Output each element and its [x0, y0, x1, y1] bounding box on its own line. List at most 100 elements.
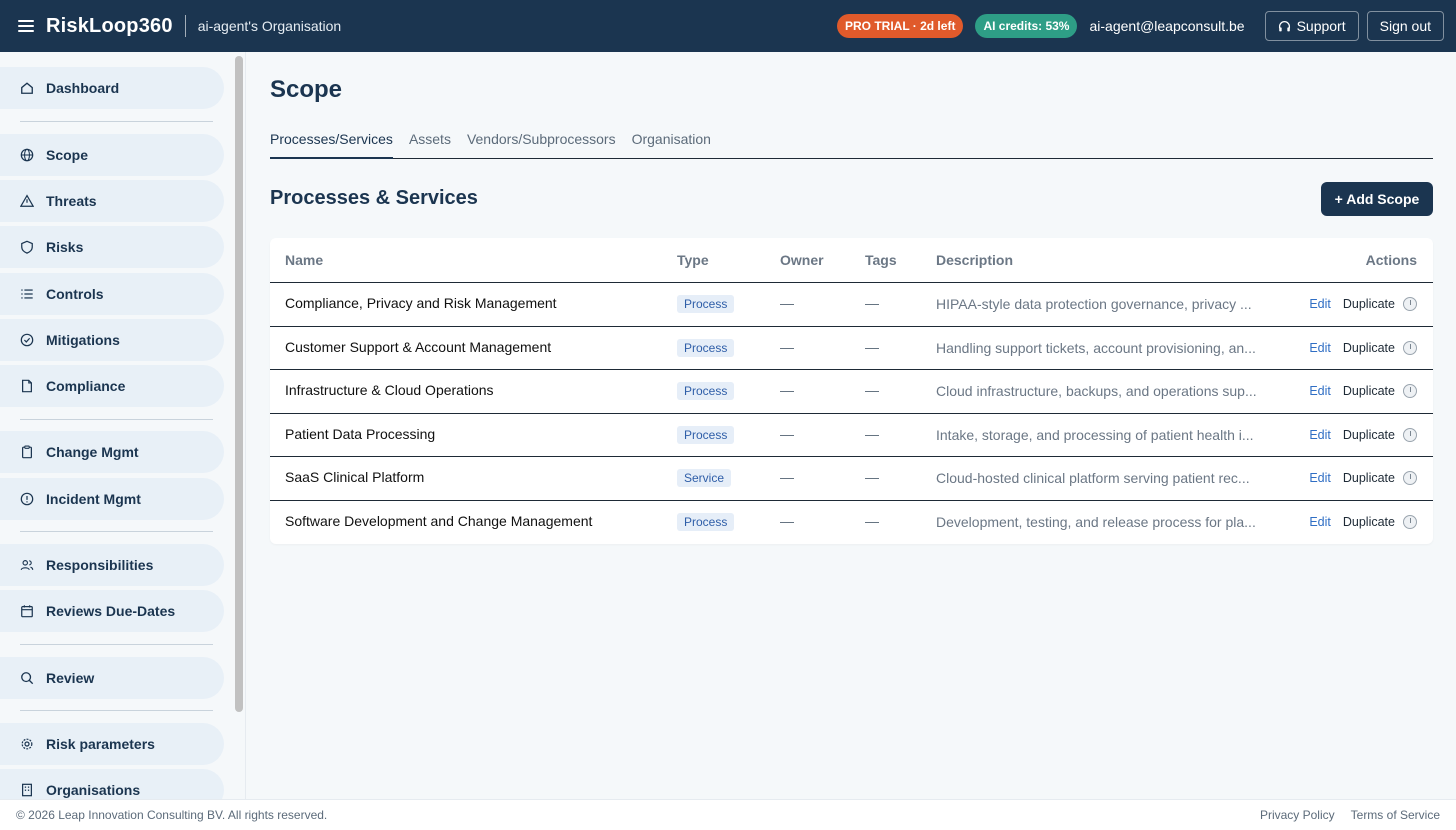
edit-button[interactable]: Edit — [1309, 384, 1331, 398]
organisation-name[interactable]: ai-agent's Organisation — [198, 18, 342, 34]
scope-tabs: Processes/Services Assets Vendors/Subpro… — [270, 127, 1433, 159]
tab-vendors-subprocessors[interactable]: Vendors/Subprocessors — [467, 127, 616, 159]
row-description: Cloud infrastructure, backups, and opera… — [936, 383, 1257, 400]
add-scope-button[interactable]: + Add Scope — [1321, 182, 1433, 216]
menu-icon[interactable] — [18, 20, 34, 32]
brand-logo[interactable]: RiskLoop360 — [46, 15, 173, 38]
edit-button[interactable]: Edit — [1309, 471, 1331, 485]
sidebar-item-controls[interactable]: Controls — [0, 273, 224, 315]
column-header-owner[interactable]: Owner — [765, 252, 850, 268]
list-icon — [20, 287, 34, 301]
row-name[interactable]: Infrastructure & Cloud Operations — [285, 382, 494, 398]
table-row[interactable]: SaaS Clinical Platform Service — — Cloud… — [270, 457, 1433, 501]
duplicate-button[interactable]: Duplicate — [1343, 341, 1395, 355]
row-name[interactable]: Customer Support & Account Management — [285, 339, 551, 355]
row-name[interactable]: Compliance, Privacy and Risk Management — [285, 295, 557, 311]
privacy-policy-link[interactable]: Privacy Policy — [1260, 808, 1335, 822]
duplicate-button[interactable]: Duplicate — [1343, 384, 1395, 398]
row-description: HIPAA-style data protection governance, … — [936, 296, 1252, 313]
user-email: ai-agent@leapconsult.be — [1089, 18, 1245, 34]
table-row[interactable]: Customer Support & Account Management Pr… — [270, 327, 1433, 370]
building-icon — [20, 783, 34, 797]
warning-icon — [20, 194, 34, 208]
trial-badge[interactable]: PRO TRIAL · 2d left — [836, 14, 964, 38]
scope-table: Name Type Owner Tags Description Actions… — [270, 238, 1433, 544]
row-owner: — — [780, 295, 794, 312]
column-header-description[interactable]: Description — [921, 252, 1261, 268]
column-header-tags[interactable]: Tags — [850, 252, 921, 268]
column-header-name[interactable]: Name — [270, 252, 662, 268]
sidebar-item-reviews-due-dates[interactable]: Reviews Due-Dates — [0, 590, 224, 632]
duplicate-button[interactable]: Duplicate — [1343, 297, 1395, 311]
history-icon[interactable] — [1403, 471, 1417, 486]
gear-icon — [20, 737, 34, 751]
terms-of-service-link[interactable]: Terms of Service — [1351, 808, 1440, 822]
edit-button[interactable]: Edit — [1309, 341, 1331, 355]
edit-button[interactable]: Edit — [1309, 297, 1331, 311]
sidebar-item-label: Incident Mgmt — [46, 491, 141, 507]
sidebar-item-change-mgmt[interactable]: Change Mgmt — [0, 431, 224, 473]
brand-divider — [184, 15, 186, 37]
sidebar-scrollbar[interactable] — [235, 56, 243, 712]
sidebar-item-scope[interactable]: Scope — [0, 134, 224, 176]
edit-button[interactable]: Edit — [1309, 428, 1331, 442]
sidebar-item-risk-parameters[interactable]: Risk parameters — [0, 723, 224, 765]
row-description: Development, testing, and release proces… — [936, 514, 1256, 531]
row-name[interactable]: Patient Data Processing — [285, 426, 435, 442]
row-tags: — — [865, 338, 879, 355]
column-header-type[interactable]: Type — [662, 252, 765, 268]
main-content: Scope Processes/Services Assets Vendors/… — [246, 52, 1456, 799]
row-name[interactable]: SaaS Clinical Platform — [285, 469, 424, 485]
globe-icon — [20, 148, 34, 162]
sidebar-item-mitigations[interactable]: Mitigations — [0, 319, 224, 361]
sidebar-item-risks[interactable]: Risks — [0, 226, 224, 268]
row-owner: — — [780, 425, 794, 442]
sidebar-item-incident-mgmt[interactable]: Incident Mgmt — [0, 478, 224, 520]
headset-icon — [1278, 20, 1290, 31]
row-name[interactable]: Software Development and Change Manageme… — [285, 513, 592, 529]
table-row[interactable]: Infrastructure & Cloud Operations Proces… — [270, 370, 1433, 414]
sidebar-item-review[interactable]: Review — [0, 657, 224, 699]
users-icon — [20, 558, 34, 572]
ai-credits-badge[interactable]: AI credits: 53% — [975, 14, 1078, 38]
sidebar-item-label: Change Mgmt — [46, 444, 139, 460]
support-label: Support — [1296, 18, 1346, 34]
support-button[interactable]: Support — [1264, 11, 1359, 41]
sidebar-item-threats[interactable]: Threats — [0, 180, 224, 222]
sidebar-divider — [20, 644, 213, 645]
type-badge: Process — [677, 295, 735, 314]
sidebar-item-dashboard[interactable]: Dashboard — [0, 67, 224, 109]
table-row[interactable]: Software Development and Change Manageme… — [270, 501, 1433, 545]
type-badge: Process — [677, 382, 735, 401]
tab-assets[interactable]: Assets — [409, 127, 451, 159]
sign-out-button[interactable]: Sign out — [1366, 11, 1444, 41]
history-icon[interactable] — [1403, 427, 1417, 442]
duplicate-button[interactable]: Duplicate — [1343, 515, 1395, 529]
check-circle-icon — [20, 333, 34, 347]
duplicate-button[interactable]: Duplicate — [1343, 428, 1395, 442]
edit-button[interactable]: Edit — [1309, 515, 1331, 529]
table-row[interactable]: Compliance, Privacy and Risk Management … — [270, 283, 1433, 327]
sidebar-item-label: Controls — [46, 286, 104, 302]
sidebar-item-label: Responsibilities — [46, 557, 154, 573]
document-icon — [20, 379, 34, 393]
row-tags: — — [865, 513, 879, 530]
history-icon[interactable] — [1403, 297, 1417, 312]
duplicate-button[interactable]: Duplicate — [1343, 471, 1395, 485]
table-row[interactable]: Patient Data Processing Process — — Inta… — [270, 414, 1433, 457]
sidebar-item-organisations[interactable]: Organisations — [0, 769, 224, 799]
header-actions: PRO TRIAL · 2d left AI credits: 53% ai-a… — [836, 11, 1444, 41]
top-bar: RiskLoop360 ai-agent's Organisation PRO … — [0, 0, 1456, 52]
tab-processes-services[interactable]: Processes/Services — [270, 127, 393, 159]
sidebar: Dashboard Scope Threats Risks Controls M… — [0, 52, 246, 799]
calendar-icon — [20, 604, 34, 618]
history-icon[interactable] — [1403, 384, 1417, 399]
history-icon[interactable] — [1403, 515, 1417, 530]
sidebar-item-label: Risks — [46, 239, 84, 255]
tab-organisation[interactable]: Organisation — [632, 127, 711, 159]
sidebar-item-label: Risk parameters — [46, 736, 155, 752]
sidebar-item-responsibilities[interactable]: Responsibilities — [0, 544, 224, 586]
type-badge: Process — [677, 513, 735, 532]
history-icon[interactable] — [1403, 340, 1417, 355]
sidebar-item-compliance[interactable]: Compliance — [0, 365, 224, 407]
